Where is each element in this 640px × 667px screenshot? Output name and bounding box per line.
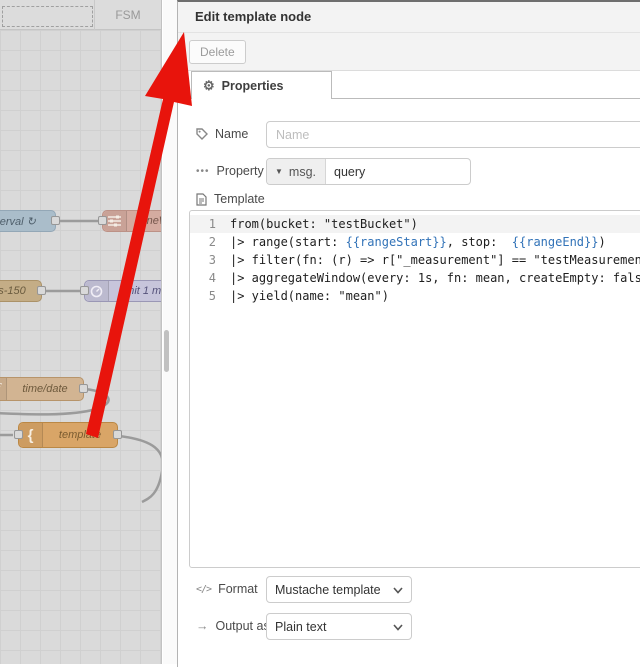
property-typed-input[interactable]: ▼ msg. query <box>266 158 471 185</box>
node-timedate[interactable]: f time/date <box>0 377 88 401</box>
node-template-input-port[interactable] <box>14 430 23 439</box>
code-text: |> yield(name: "mean") <box>230 289 389 303</box>
output-field-label: → Output as <box>196 619 270 633</box>
node-interval-output-port[interactable] <box>51 216 60 225</box>
format-select-value: Mustache template <box>275 582 381 597</box>
workspace-tab-placeholder[interactable] <box>2 6 93 27</box>
dialog-toolbar: Delete <box>178 33 640 71</box>
code-brackets-icon: </> <box>196 583 212 595</box>
property-value[interactable]: query <box>326 159 365 184</box>
gear-icon: ⚙ <box>203 77 215 93</box>
node-interval-label: interval ↻ <box>0 215 36 228</box>
workspace-tab-fsm-label: FSM <box>115 8 141 22</box>
node-s150-output-port[interactable] <box>37 286 46 295</box>
workspace-tab-fsm[interactable]: FSM <box>94 0 161 30</box>
node-timedate-label: time/date <box>22 383 68 395</box>
property-field-label: ••• Property <box>196 164 264 178</box>
tab-properties-label: Properties <box>221 78 284 93</box>
function-icon: f <box>0 378 7 400</box>
node-template-output-port[interactable] <box>113 430 122 439</box>
file-code-icon <box>196 192 207 206</box>
format-field-label: </> Format <box>196 582 258 596</box>
chevron-down-icon <box>393 583 403 597</box>
code-line[interactable]: 1 from(bucket: "testBucket") <box>190 215 640 233</box>
code-line[interactable]: 2 |> range(start: {{rangeStart}}, stop: {… <box>190 233 640 251</box>
code-text: from(bucket: "testBucket") <box>230 217 418 231</box>
code-text: |> aggregateWindow(every: 1s, fn: mean, … <box>230 271 640 285</box>
node-rate-limit-label: limit 1 ms <box>120 285 162 297</box>
dialog-title: Edit template node <box>178 2 640 33</box>
node-s150[interactable]: s-150 <box>0 280 46 302</box>
canvas-scrollbar-thumb[interactable] <box>164 330 169 372</box>
code-lines: 1 from(bucket: "testBucket") 2 |> range(sta… <box>190 215 640 305</box>
canvas-scrollbar[interactable] <box>163 0 177 664</box>
output-select[interactable]: Plain text <box>266 613 412 640</box>
node-rate-limit[interactable]: limit 1 ms <box>80 280 162 302</box>
line-number: 5 <box>208 289 216 303</box>
canvas-grid[interactable] <box>0 30 161 664</box>
name-field-label: Name <box>196 127 248 141</box>
delete-button[interactable]: Delete <box>189 40 246 64</box>
ellipsis-icon: ••• <box>196 165 210 177</box>
code-text: |> range(start: {{rangeStart}}, stop: {{… <box>230 235 606 249</box>
chevron-down-icon <box>393 620 403 634</box>
workspace-tabbar: FSM <box>0 0 161 30</box>
arrow-right-icon: → <box>196 619 209 633</box>
line-number: 1 <box>208 217 216 231</box>
node-interval[interactable]: interval ↻ <box>0 210 60 232</box>
line-number: 2 <box>208 235 216 249</box>
node-rate-limit-input-port[interactable] <box>80 286 89 295</box>
property-type-label: msg. <box>288 164 317 179</box>
code-line[interactable]: 3 |> filter(fn: (r) => r["_measurement"] … <box>190 251 640 269</box>
name-input[interactable] <box>266 121 640 148</box>
node-sinewave-label: sineW <box>138 215 161 227</box>
template-code-editor[interactable]: 1 from(bucket: "testBucket") 2 |> range(sta… <box>189 210 640 568</box>
tab-properties[interactable]: ⚙ Properties <box>191 71 332 99</box>
format-select[interactable]: Mustache template <box>266 576 412 603</box>
tag-icon <box>196 128 208 140</box>
node-sinewave-input-port[interactable] <box>98 216 107 225</box>
node-sinewave[interactable]: sineW <box>98 210 161 232</box>
chevron-down-icon: ▼ <box>275 167 283 176</box>
property-type-button[interactable]: ▼ msg. <box>267 159 327 184</box>
node-template[interactable]: { template <box>14 422 122 448</box>
code-text: |> filter(fn: (r) => r["_measurement"] =… <box>230 253 640 267</box>
line-number: 3 <box>208 253 216 267</box>
line-number: 4 <box>208 271 216 285</box>
edit-template-dialog: Edit template node Delete ⚙ Properties N… <box>177 0 640 667</box>
output-select-value: Plain text <box>275 619 327 634</box>
template-field-label: Template <box>196 192 265 206</box>
code-line[interactable]: 5 |> yield(name: "mean") <box>190 287 640 305</box>
code-line[interactable]: 4 |> aggregateWindow(every: 1s, fn: mean,… <box>190 269 640 287</box>
node-timedate-output-port[interactable] <box>79 384 88 393</box>
node-s150-label: s-150 <box>0 285 26 297</box>
app-root: interval ↻ sineW s-150 limit 1 ms <box>0 0 640 667</box>
flow-canvas[interactable]: interval ↻ sineW s-150 limit 1 ms <box>0 0 162 664</box>
node-template-label: template <box>58 429 102 441</box>
